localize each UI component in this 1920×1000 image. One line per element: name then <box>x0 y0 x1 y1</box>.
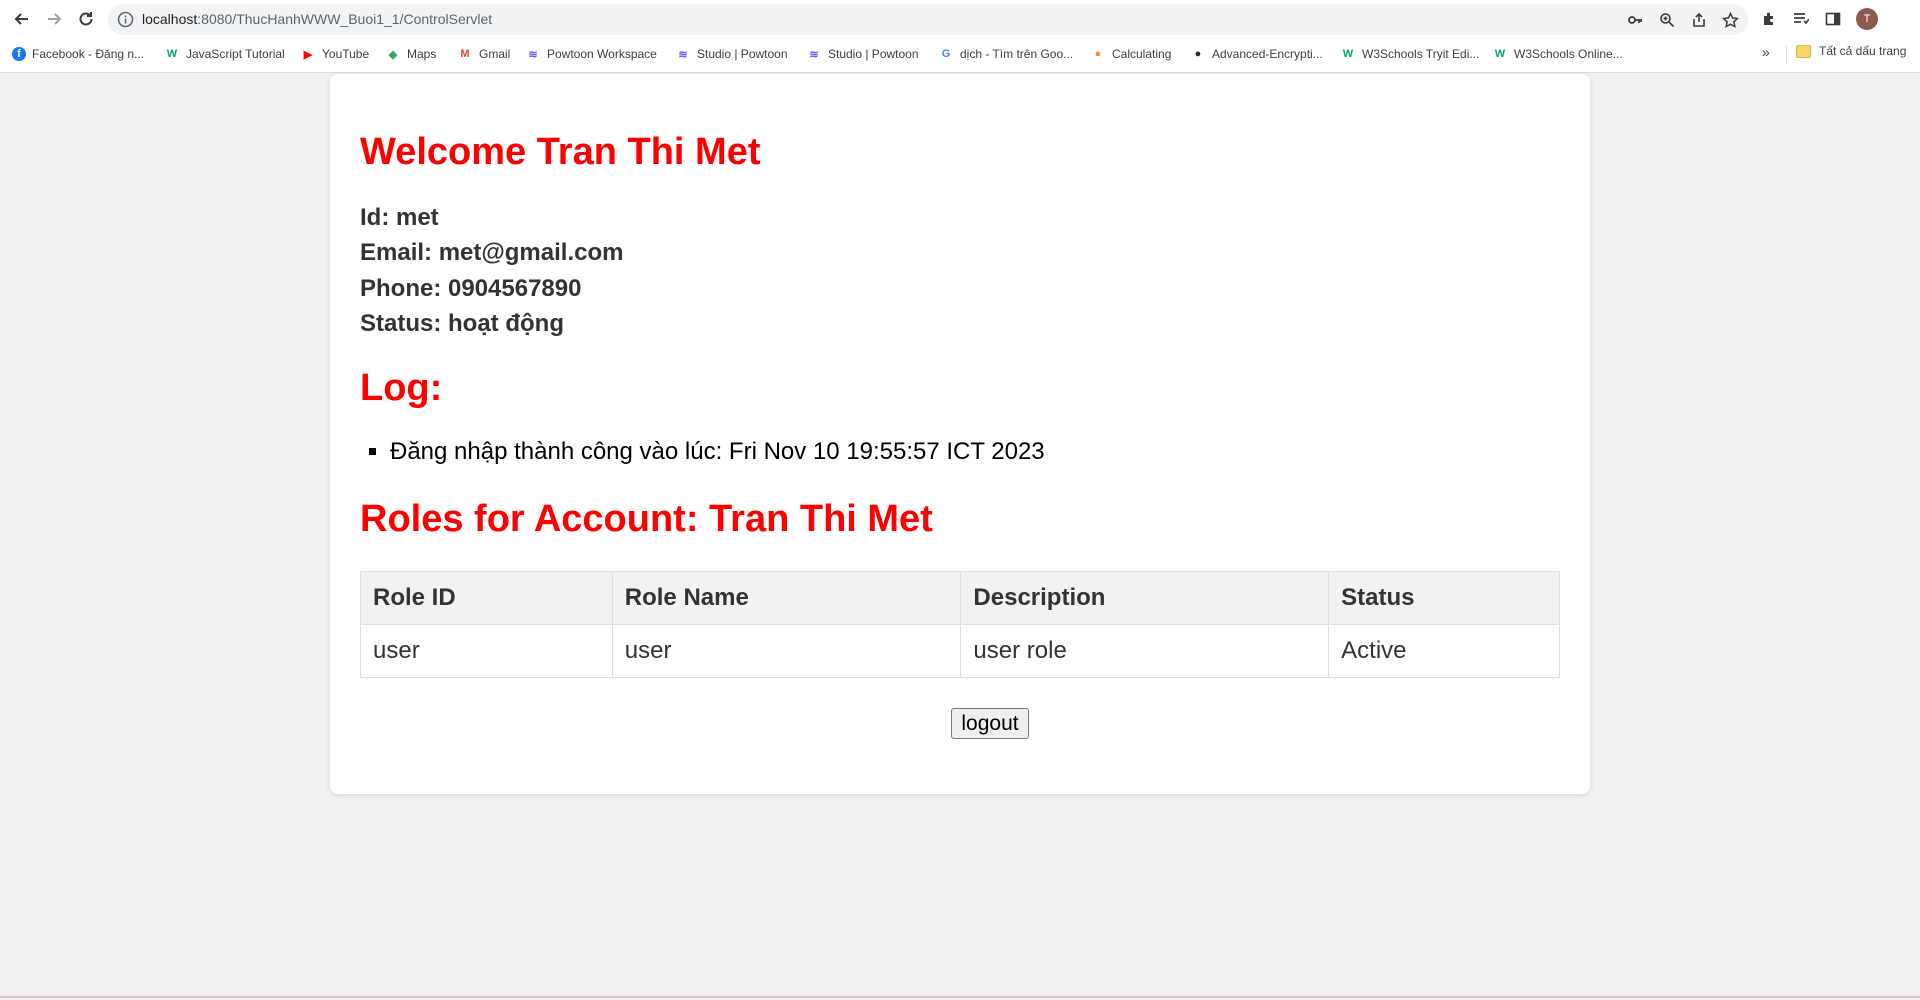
bookmark-label: W3Schools Online... <box>1514 47 1623 61</box>
address-bar[interactable]: localhost:8080/ThucHanhWWW_Buoi1_1/Contr… <box>108 4 1748 35</box>
column-header-status: Status <box>1328 571 1560 625</box>
avatar-initial: T <box>1863 13 1871 25</box>
zoom-icon[interactable] <box>1657 10 1677 30</box>
side-panel-icon[interactable] <box>1822 8 1844 30</box>
bookmark-label: Facebook - Đăng n... <box>32 47 145 61</box>
welcome-heading: Welcome Tran Thi Met <box>360 131 761 173</box>
w3schools-icon: W <box>1342 48 1354 60</box>
bookmark-label: JavaScript Tutorial <box>186 47 285 61</box>
url-host: localhost <box>142 11 198 27</box>
bookmark-label: Studio | Powtoon <box>828 47 919 61</box>
bookmark-star-icon[interactable] <box>1720 10 1740 30</box>
table-header-row: Role ID Role Name Description Status <box>360 571 1560 625</box>
account-phone: Phone: 0904567890 <box>360 275 582 302</box>
profile-avatar[interactable]: T <box>1856 8 1878 30</box>
bookmark-item[interactable]: ▶ YouTube <box>300 44 369 64</box>
share-icon[interactable] <box>1689 10 1709 30</box>
back-arrow-icon <box>14 13 28 25</box>
bookmark-label: Studio | Powtoon <box>697 47 788 61</box>
cell-status: Active <box>1328 624 1560 678</box>
bookmark-label: Calculating <box>1112 47 1172 61</box>
cell-role-name: user <box>611 624 962 678</box>
column-header-role-name: Role Name <box>611 571 962 625</box>
reload-button[interactable] <box>72 5 100 33</box>
bookmark-item[interactable]: ● Calculating <box>1090 44 1172 64</box>
reload-icon <box>79 12 93 26</box>
powtoon-icon: ≋ <box>809 48 819 61</box>
cell-role-id: user <box>360 624 613 678</box>
column-header-description: Description <box>960 571 1330 625</box>
roles-heading: Roles for Account: Tran Thi Met <box>360 498 933 540</box>
w3schools-icon: W <box>166 48 178 60</box>
forward-button[interactable] <box>40 5 68 33</box>
bookmark-label: dịch - Tìm trên Goo... <box>960 47 1074 61</box>
cell-description: user role <box>960 624 1330 678</box>
column-header-role-id: Role ID <box>360 571 613 625</box>
powtoon-icon: ≋ <box>528 48 538 61</box>
reading-list-icon[interactable] <box>1790 8 1812 30</box>
bookmark-item[interactable]: ≋ Powtoon Workspace <box>525 44 657 64</box>
forward-arrow-icon <box>48 13 62 25</box>
github-icon: ● <box>1194 48 1202 60</box>
bookmark-item[interactable]: M Gmail <box>457 44 510 64</box>
youtube-icon: ▶ <box>303 48 313 61</box>
bookmark-item[interactable]: ≋ Studio | Powtoon <box>806 44 919 64</box>
extensions-puzzle-icon[interactable] <box>1758 8 1780 30</box>
url-text[interactable]: localhost:8080/ThucHanhWWW_Buoi1_1/Contr… <box>142 11 492 27</box>
account-id: Id: met <box>360 204 439 231</box>
url-path: :8080/ThucHanhWWW_Buoi1_1/ControlServlet <box>197 11 493 27</box>
table-row: user user user role Active <box>360 624 1560 678</box>
bookmark-item[interactable]: W W3Schools Tryit Edi... <box>1340 44 1480 64</box>
bookmarks-bar: f Facebook - Đăng n... W JavaScript Tutoria… <box>0 40 1920 68</box>
account-email: Email: met@gmail.com <box>360 239 624 266</box>
facebook-icon: f <box>12 47 26 61</box>
bookmark-label: Maps <box>407 47 437 61</box>
bookmark-item[interactable]: ◆ Maps <box>385 44 437 64</box>
bookmark-item[interactable]: ≋ Studio | Powtoon <box>675 44 788 64</box>
password-key-icon[interactable] <box>1625 10 1645 30</box>
window-bottom-edge <box>0 996 1920 998</box>
back-button[interactable] <box>8 5 36 33</box>
all-bookmarks-label: Tất cả dấu trang <box>1819 44 1907 58</box>
roles-table: Role ID Role Name Description Status use… <box>360 571 1560 678</box>
all-bookmarks-button[interactable]: Tất cả dấu trang <box>1796 44 1906 58</box>
browser-toolbar: localhost:8080/ThucHanhWWW_Buoi1_1/Contr… <box>0 0 1920 38</box>
pumpkin-icon: ● <box>1094 48 1102 60</box>
log-heading: Log: <box>360 367 443 409</box>
bookmark-item[interactable]: W W3Schools Online... <box>1492 44 1623 64</box>
profile-card: Welcome Tran Thi Met Id: met Email: met@… <box>330 74 1590 794</box>
more-bookmarks-button[interactable]: » <box>1762 44 1770 60</box>
maps-icon: ◆ <box>388 48 398 61</box>
bookmark-label: Powtoon Workspace <box>547 47 657 61</box>
log-entry: Đăng nhập thành công vào lúc: Fri Nov 10… <box>390 438 1045 466</box>
folder-icon <box>1796 44 1811 58</box>
log-list: Đăng nhập thành công vào lúc: Fri Nov 10… <box>360 438 1045 466</box>
browser-chrome: localhost:8080/ThucHanhWWW_Buoi1_1/Contr… <box>0 0 1920 73</box>
bookmark-item[interactable]: ● Advanced-Encrypti... <box>1190 44 1323 64</box>
powtoon-icon: ≋ <box>678 48 688 61</box>
bookmark-label: YouTube <box>322 47 370 61</box>
bookmark-label: Gmail <box>479 47 511 61</box>
bookmark-label: W3Schools Tryit Edi... <box>1362 47 1480 61</box>
account-status: Status: hoạt động <box>360 310 564 337</box>
bookmarks-divider <box>1786 46 1787 64</box>
gmail-icon: M <box>460 48 470 60</box>
google-icon: G <box>941 48 951 60</box>
bookmark-label: Advanced-Encrypti... <box>1212 47 1323 61</box>
w3schools-icon: W <box>1494 48 1506 60</box>
bookmark-item[interactable]: f Facebook - Đăng n... <box>12 44 144 64</box>
site-info-icon[interactable] <box>117 11 134 28</box>
bookmark-item[interactable]: W JavaScript Tutorial <box>164 44 285 64</box>
logout-button[interactable]: logout <box>951 708 1029 739</box>
bookmark-item[interactable]: Gdịch - Tìm trên Goo... <box>938 44 1073 64</box>
